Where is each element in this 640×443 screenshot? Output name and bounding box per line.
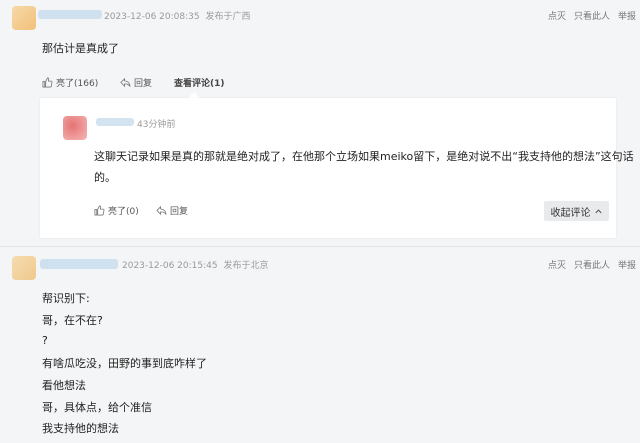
comment-meta: 2023-12-06 20:08:35 发布于广西 (104, 9, 250, 22)
only-this-user-link[interactable]: 只看此人 (574, 261, 610, 271)
comment-line: 我支持他的想法 (42, 422, 119, 435)
only-this-user-link[interactable]: 只看此人 (574, 12, 610, 22)
like-button[interactable]: 亮了(166) (42, 76, 98, 89)
avatar[interactable] (12, 256, 36, 280)
thumbs-up-icon (94, 205, 105, 216)
reply-arrow-icon (120, 77, 131, 88)
username-blurred[interactable] (40, 259, 118, 269)
timestamp: 2023-12-06 20:08:35 (104, 12, 200, 22)
reply-reply-label: 回复 (170, 207, 189, 217)
report-link[interactable]: 举报 (618, 261, 636, 271)
collapse-label: 收起评论 (550, 207, 591, 219)
chevron-up-icon (594, 208, 602, 213)
comment-body: 那估计是真成了 (42, 42, 119, 55)
comment-actions: 点灭 只看此人 举报 (548, 258, 636, 271)
reply-avatar[interactable] (63, 116, 87, 140)
thumbs-up-icon (42, 77, 53, 88)
reply-like-count: 亮了(0) (108, 207, 139, 217)
collapse-replies-button[interactable]: 收起评论 (544, 201, 609, 221)
comment-line: 哥，在不在? (42, 314, 103, 327)
reply-time: 43分钟前 (137, 120, 176, 130)
location: 发布于北京 (223, 261, 269, 271)
comment-line: 有啥瓜吃没，田野的事到底咋样了 (42, 357, 207, 370)
comment-line: 帮识别下: (42, 292, 90, 305)
reply-reply-button[interactable]: 回复 (156, 204, 188, 217)
comment-line: 看他想法 (42, 379, 86, 392)
downvote-link[interactable]: 点灭 (548, 261, 566, 271)
reply-arrow-icon (156, 205, 167, 216)
view-replies-button[interactable]: 查看评论(1) (174, 76, 225, 89)
like-count: 亮了(166) (56, 79, 99, 89)
reply-button[interactable]: 回复 (120, 76, 152, 89)
comment-line: ? (42, 334, 48, 347)
divider (0, 246, 640, 247)
comment-line: 哥，具体点，给个准信 (42, 401, 152, 414)
avatar[interactable] (12, 6, 36, 30)
downvote-link[interactable]: 点灭 (548, 12, 566, 22)
reply-body-line1: 这聊天记录如果是真的那就是绝对成了，在他那个立场如果meiko留下，是绝对说不出… (94, 150, 634, 163)
comment-actions: 点灭 只看此人 举报 (548, 9, 636, 22)
reply-like-button[interactable]: 亮了(0) (94, 204, 139, 217)
location: 发布于广西 (205, 12, 251, 22)
comment-meta: 2023-12-06 20:15:45 发布于北京 (122, 258, 268, 271)
username-blurred[interactable] (38, 10, 102, 19)
view-replies-label: 查看评论(1) (174, 79, 225, 89)
reply-body-line2: 的。 (94, 171, 116, 184)
report-link[interactable]: 举报 (618, 12, 636, 22)
timestamp: 2023-12-06 20:15:45 (122, 261, 218, 271)
reply-label: 回复 (134, 79, 153, 89)
reply-username-blurred[interactable] (96, 118, 134, 126)
